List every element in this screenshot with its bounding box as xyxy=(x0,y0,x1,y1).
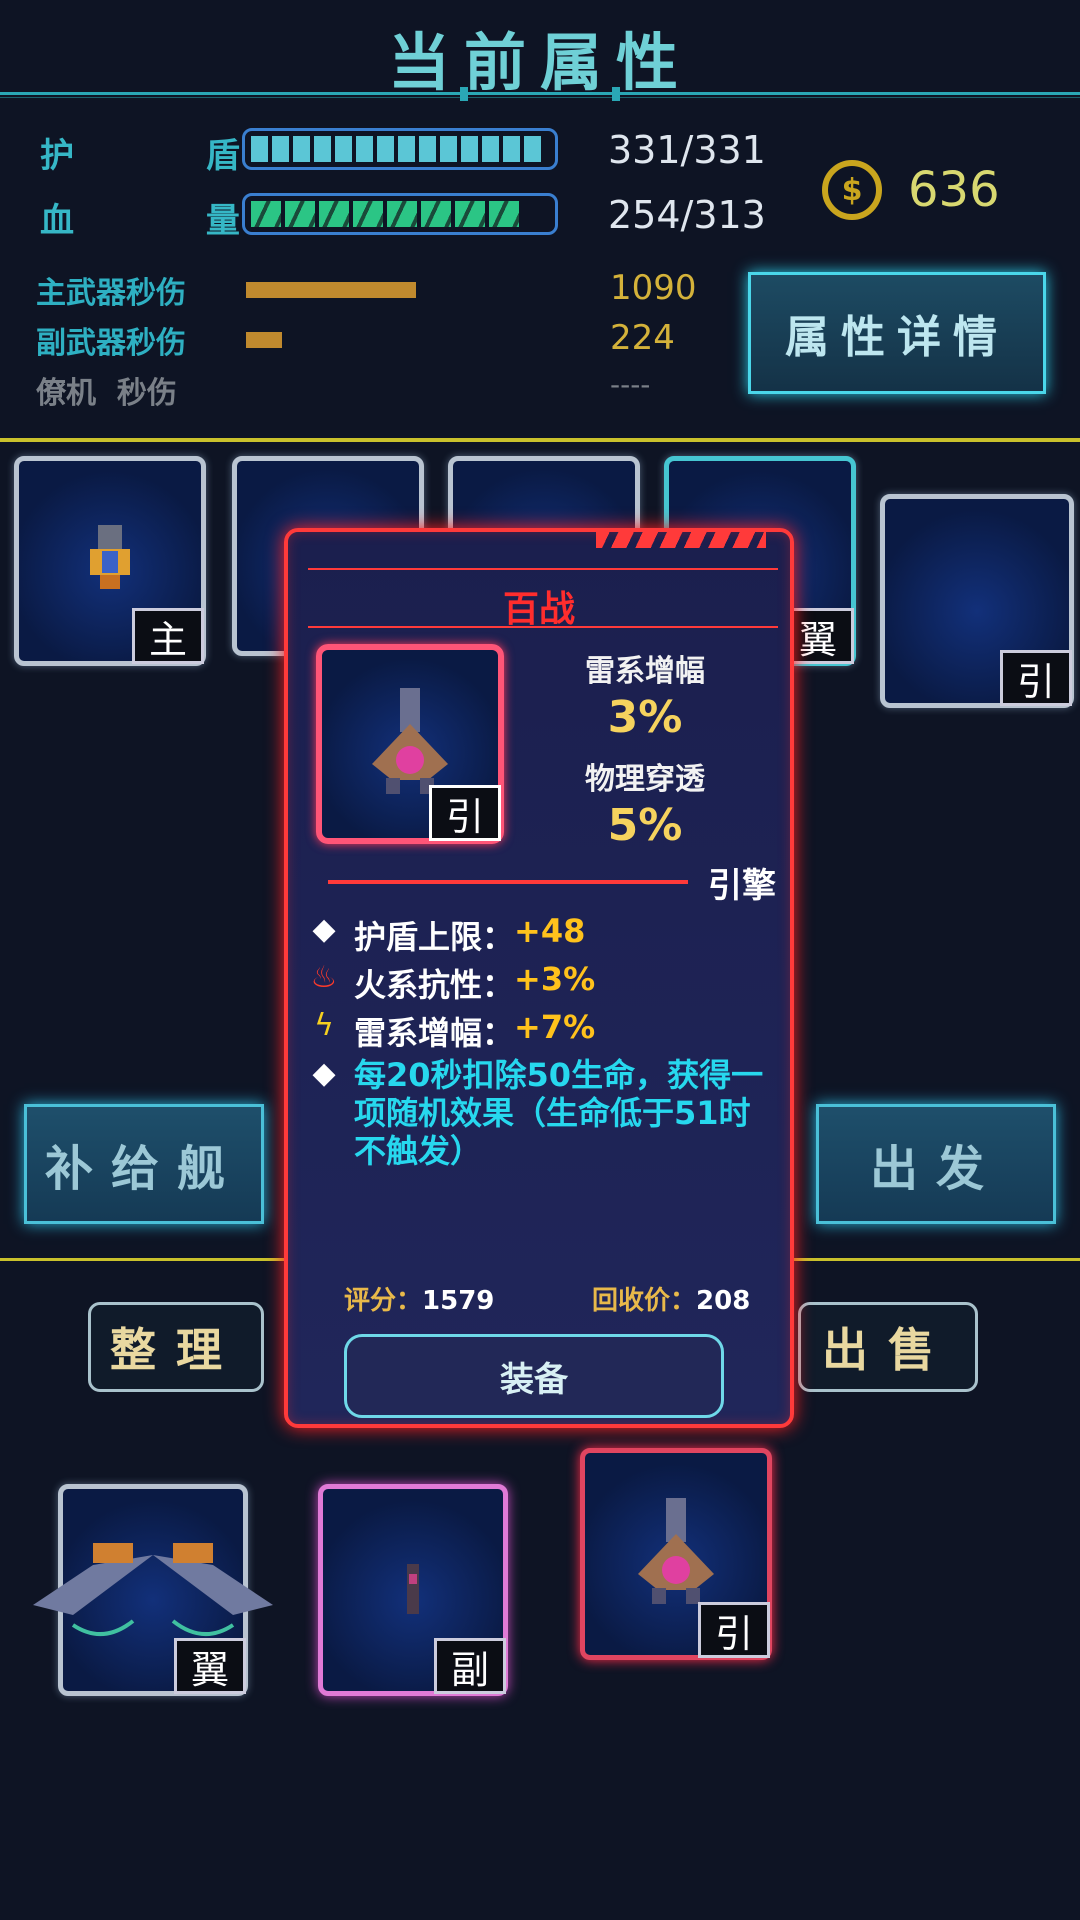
effect-row: ϟ 雷系增幅： +7% xyxy=(304,1008,595,1054)
effect-label: 雷系增幅： xyxy=(354,1014,515,1052)
effect-row: ♨ 火系抗性： +3% xyxy=(304,960,596,1006)
inventory-tag-wing: 翼 xyxy=(174,1638,246,1694)
inventory-tag-engine: 引 xyxy=(698,1602,770,1658)
attr1-value: 3% xyxy=(607,692,683,743)
coin-icon: $ xyxy=(822,160,882,220)
inventory-item-sub[interactable]: 副 xyxy=(318,1484,508,1696)
equip-button[interactable]: 装备 xyxy=(344,1334,724,1418)
fire-icon: ♨ xyxy=(310,960,338,995)
special-effect-row: ◆ 每20秒扣除50生命，获得一项随机效果（生命低于51时不触发） xyxy=(304,1056,774,1170)
inventory-tag-sub: 副 xyxy=(434,1638,506,1694)
sub-weapon-dps-value: 224 xyxy=(610,318,675,358)
hp-value: 254/313 xyxy=(608,193,766,237)
popup-item-preview: 引 xyxy=(316,644,504,844)
equip-slot-main[interactable]: 主 xyxy=(14,456,206,666)
inventory-item-engine[interactable]: 引 xyxy=(580,1448,772,1660)
diamond-icon: ◆ xyxy=(312,1056,336,1091)
main-weapon-dps-value: 1090 xyxy=(610,268,697,308)
score-block: 评分：1579 xyxy=(344,1280,494,1317)
effect-value: +7% xyxy=(514,1008,596,1046)
hp-bar xyxy=(242,193,558,235)
special-effect-text: 每20秒扣除50生命，获得一项随机效果（生命低于51时不触发） xyxy=(354,1056,764,1170)
recycle-value: 208 xyxy=(696,1286,751,1316)
item-type-label: 引擎 xyxy=(708,866,776,906)
effect-value: +3% xyxy=(514,960,596,998)
supply-ship-button[interactable]: 补给舰 xyxy=(24,1104,264,1224)
drone-dps-label: 僚机 秒伤 xyxy=(36,376,177,411)
main-weapon-icon xyxy=(90,525,130,589)
page-title: 当前属性 xyxy=(387,26,692,99)
popup-type-tag: 引 xyxy=(429,785,501,841)
item-name: 百战 xyxy=(502,589,575,630)
engine-item-icon xyxy=(638,1498,714,1604)
organize-button[interactable]: 整理 xyxy=(88,1302,264,1392)
sub-weapon-dps-bar xyxy=(246,332,282,348)
shield-value: 331/331 xyxy=(608,128,766,172)
attr1-label: 雷系增幅 xyxy=(585,654,705,689)
sell-button[interactable]: 出售 xyxy=(798,1302,978,1392)
attribute-detail-button[interactable]: 属性详情 xyxy=(748,272,1046,394)
effect-value: +48 xyxy=(514,912,586,950)
main-weapon-dps-bar xyxy=(246,282,416,298)
recycle-block: 回收价：208 xyxy=(592,1280,750,1317)
drone-dps-value: ---- xyxy=(610,368,651,401)
coin-count: 636 xyxy=(908,162,1000,218)
slot-tag-engine: 引 xyxy=(1000,650,1072,706)
slot-tag-main: 主 xyxy=(132,608,204,664)
wing-item-icon xyxy=(33,1543,273,1637)
effect-row: ◆ 护盾上限： +48 xyxy=(304,912,585,958)
depart-button[interactable]: 出发 xyxy=(816,1104,1056,1224)
effect-label: 火系抗性： xyxy=(354,966,515,1004)
effect-label: 护盾上限： xyxy=(354,918,515,956)
score-value: 1579 xyxy=(422,1286,495,1316)
attr2-value: 5% xyxy=(607,800,683,851)
score-label: 评分： xyxy=(344,1286,423,1316)
section-divider xyxy=(0,438,1080,442)
type-divider xyxy=(328,880,688,884)
equip-slot-engine[interactable]: 引 xyxy=(880,494,1074,708)
inventory-item-wing[interactable]: 翼 xyxy=(33,1484,273,1696)
diamond-icon: ◆ xyxy=(312,912,336,947)
sub-weapon-item-icon xyxy=(407,1564,419,1614)
main-weapon-dps-label: 主武器秒伤 xyxy=(36,276,186,311)
lightning-icon: ϟ xyxy=(314,1008,334,1043)
recycle-label: 回收价： xyxy=(592,1286,697,1316)
item-detail-popup: 百战 引 雷系增幅 3% 物理穿透 5% 引擎 ◆ 护盾上限： +48 ♨ 火系… xyxy=(284,528,794,1428)
popup-decoration xyxy=(596,528,766,548)
shield-bar xyxy=(242,128,558,170)
sub-weapon-dps-label: 副武器秒伤 xyxy=(36,326,186,361)
attr2-label: 物理穿透 xyxy=(585,762,705,797)
header-divider xyxy=(0,87,1080,101)
